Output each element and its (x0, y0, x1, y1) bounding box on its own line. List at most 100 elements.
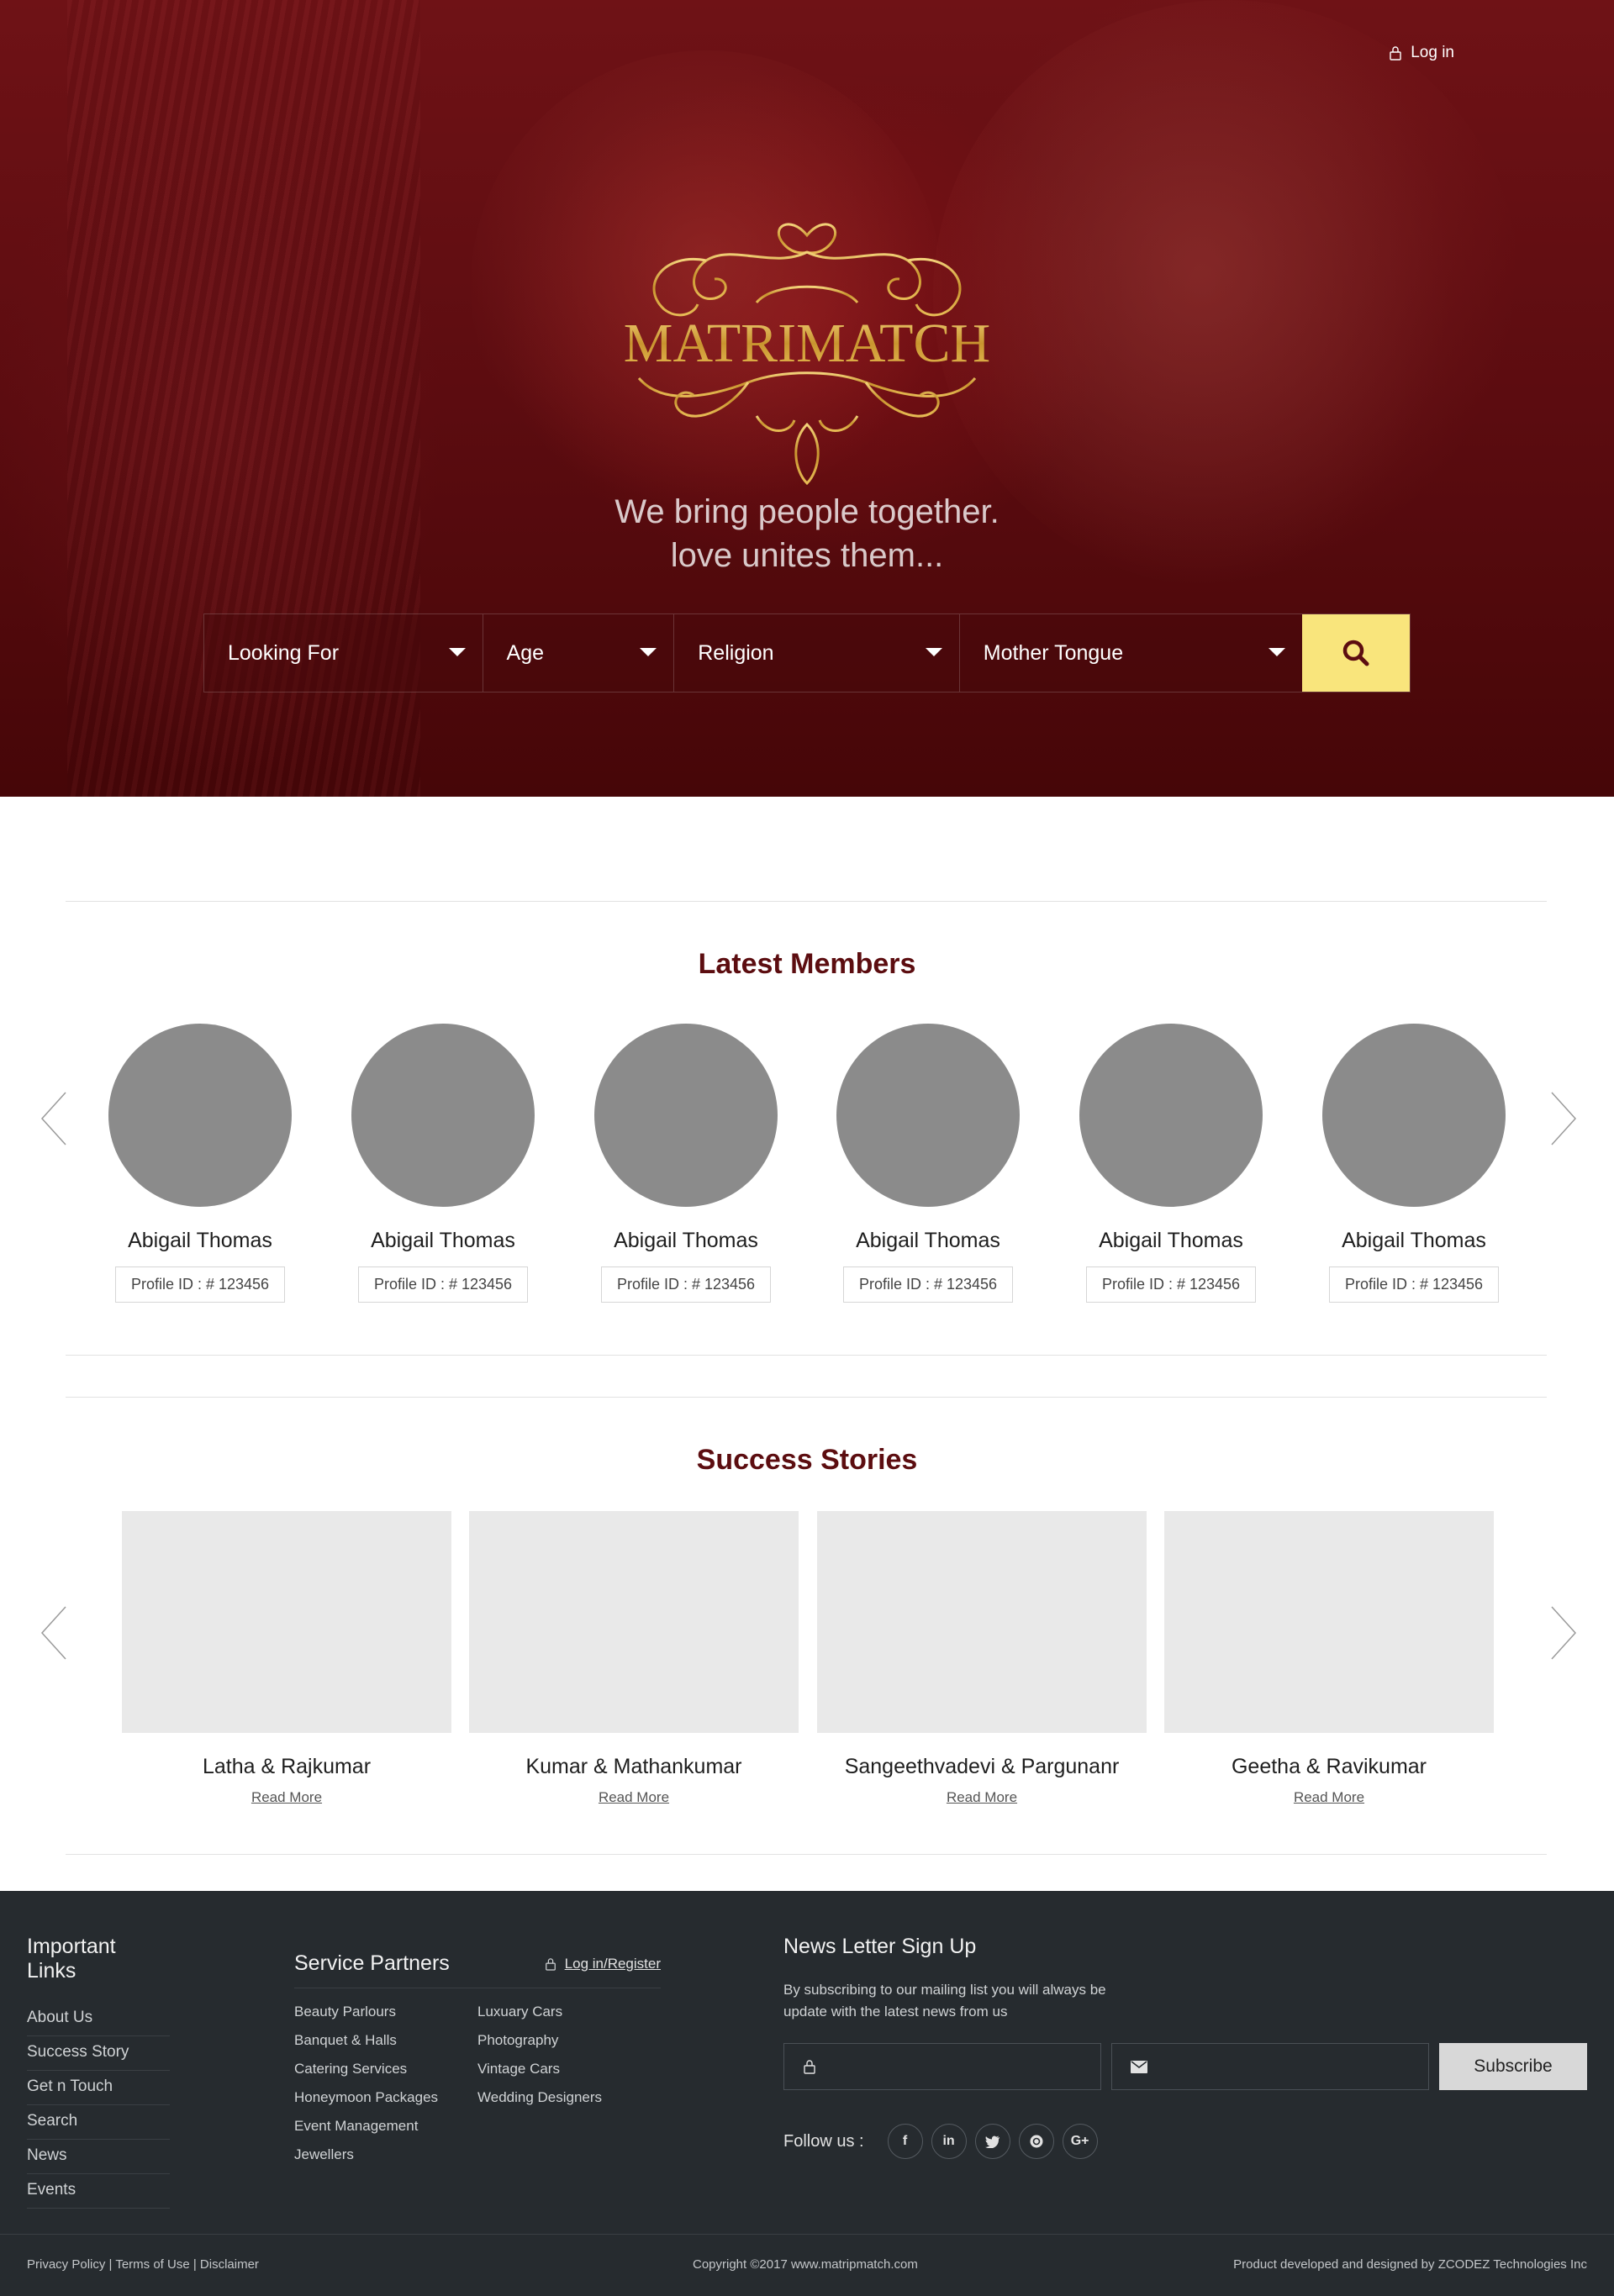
member-card[interactable]: Abigail Thomas Profile ID : # 123456 (1070, 1024, 1272, 1303)
footer-link-news[interactable]: News (27, 2140, 170, 2174)
profile-id-badge: Profile ID : # 123456 (357, 1266, 529, 1303)
member-name: Abigail Thomas (128, 1229, 272, 1252)
twitter-bird-icon (984, 2135, 1000, 2148)
mother-tongue-label: Mother Tongue (983, 640, 1124, 665)
looking-for-label: Looking For (228, 640, 340, 665)
login-label: Log in (1411, 44, 1454, 61)
service-partners-col-1: Beauty Parlours Banquet & Halls Catering… (294, 2004, 477, 2175)
avatar (351, 1024, 535, 1207)
read-more-link[interactable]: Read More (599, 1789, 669, 1806)
section-divider (66, 1854, 1547, 1855)
linkedin-icon[interactable]: in (931, 2124, 967, 2159)
important-links-heading: Important Links (27, 1935, 116, 1983)
twitter-icon[interactable] (974, 2124, 1010, 2159)
profile-id-badge: Profile ID : # 123456 (600, 1266, 772, 1303)
partner-link[interactable]: Luxuary Cars (477, 2004, 661, 2020)
newsletter-heading: News Letter Sign Up (783, 1935, 977, 1958)
member-name: Abigail Thomas (614, 1229, 758, 1252)
caret-down-icon (448, 648, 466, 656)
partner-link[interactable]: Beauty Parlours (294, 2004, 477, 2020)
latest-members-title: Latest Members (698, 948, 916, 980)
important-links: Important Links About Us Success Story G… (27, 1935, 170, 2209)
story-image[interactable] (122, 1511, 451, 1733)
avatar (836, 1024, 1020, 1207)
login-register-link[interactable]: Log in/Register (545, 1956, 661, 1972)
age-label: Age (506, 640, 545, 665)
partner-link[interactable]: Wedding Designers (477, 2089, 661, 2106)
user-icon (804, 2060, 815, 2074)
tagline-line-1: We bring people together. (614, 493, 1000, 530)
mother-tongue-select[interactable]: Mother Tongue (960, 614, 1302, 692)
footer-link-get-in-touch[interactable]: Get n Touch (27, 2071, 170, 2105)
service-partners: Service Partners Log in/Register Beauty … (294, 1951, 661, 2175)
search-button[interactable] (1302, 614, 1411, 692)
partner-link[interactable]: Vintage Cars (477, 2061, 661, 2077)
story-image[interactable] (469, 1511, 799, 1733)
footer-link-success-story[interactable]: Success Story (27, 2036, 170, 2071)
success-stories-title: Success Stories (696, 1444, 918, 1476)
newsletter: News Letter Sign Up By subscribing to ou… (783, 1935, 1590, 2159)
members-carousel: Abigail Thomas Profile ID : # 123456 Abi… (0, 1024, 1614, 1309)
service-partners-col-2: Luxuary Cars Photography Vintage Cars We… (477, 2004, 661, 2175)
story-couple-names: Kumar & Mathankumar (525, 1755, 742, 1778)
email-input[interactable] (1111, 2043, 1429, 2090)
matrimatch-logo[interactable]: MATRIMATCH (588, 210, 1026, 487)
member-card[interactable]: Abigail Thomas Profile ID : # 123456 (1313, 1024, 1515, 1303)
age-select[interactable]: Age (483, 614, 675, 692)
religion-select[interactable]: Religion (674, 614, 960, 692)
partner-link[interactable]: Honeymoon Packages (294, 2089, 477, 2106)
login-link[interactable]: Log in (1389, 44, 1454, 62)
footer-link-about-us[interactable]: About Us (27, 2002, 170, 2036)
profile-id-badge: Profile ID : # 123456 (1085, 1266, 1257, 1303)
story-couple-names: Sangeethvadevi & Pargunanr (844, 1755, 1120, 1778)
caret-down-icon (1269, 648, 1286, 656)
story-couple-names: Latha & Rajkumar (202, 1755, 372, 1778)
story-card: Sangeethvadevi & Pargunanr Read More (817, 1511, 1147, 1806)
avatar (1322, 1024, 1506, 1207)
story-image[interactable] (1164, 1511, 1494, 1733)
story-image[interactable] (817, 1511, 1147, 1733)
google-plus-icon[interactable]: G+ (1062, 2124, 1098, 2159)
search-icon (1342, 640, 1369, 666)
envelope-icon (1131, 2060, 1147, 2073)
partner-link[interactable]: Photography (477, 2032, 661, 2049)
service-partners-heading: Service Partners (294, 1951, 450, 1975)
partner-link[interactable]: Jewellers (294, 2146, 477, 2163)
story-couple-names: Geetha & Ravikumar (1231, 1755, 1427, 1778)
instagram-icon[interactable] (1018, 2124, 1054, 2159)
site-footer: Important Links About Us Success Story G… (0, 1891, 1614, 2296)
partner-link[interactable]: Catering Services (294, 2061, 477, 2077)
read-more-link[interactable]: Read More (1294, 1789, 1364, 1806)
member-name: Abigail Thomas (371, 1229, 515, 1252)
hero-tagline: We bring people together. love unites th… (0, 490, 1614, 577)
newsletter-description: By subscribing to our mailing list you w… (783, 1982, 1106, 2020)
footer-link-search[interactable]: Search (27, 2105, 170, 2140)
login-register-label: Log in/Register (564, 1955, 661, 1972)
member-card[interactable]: Abigail Thomas Profile ID : # 123456 (99, 1024, 301, 1303)
member-card[interactable]: Abigail Thomas Profile ID : # 123456 (827, 1024, 1029, 1303)
looking-for-select[interactable]: Looking For (204, 614, 483, 692)
read-more-link[interactable]: Read More (947, 1789, 1017, 1806)
member-name: Abigail Thomas (856, 1229, 1000, 1252)
name-input[interactable] (783, 2043, 1101, 2090)
search-bar: Looking For Age Religion Mother Tongue (203, 613, 1411, 692)
member-card[interactable]: Abigail Thomas Profile ID : # 123456 (342, 1024, 544, 1303)
member-card[interactable]: Abigail Thomas Profile ID : # 123456 (585, 1024, 787, 1303)
lock-icon (1390, 46, 1401, 61)
subscribe-button[interactable]: Subscribe (1439, 2043, 1587, 2090)
member-name: Abigail Thomas (1099, 1229, 1243, 1252)
footer-link-events[interactable]: Events (27, 2174, 170, 2209)
lock-icon (545, 1957, 556, 1971)
facebook-icon[interactable]: f (887, 2124, 923, 2159)
section-divider (66, 1397, 1547, 1398)
instagram-glyph-icon (1030, 2135, 1043, 2148)
avatar (108, 1024, 292, 1207)
legal-links[interactable]: Privacy Policy | Terms of Use | Disclaim… (27, 2257, 259, 2272)
avatar (1079, 1024, 1263, 1207)
partner-link[interactable]: Banquet & Halls (294, 2032, 477, 2049)
hero-banner: Log in MATRIMATCH We bring people togeth… (0, 0, 1614, 797)
story-card: Kumar & Mathankumar Read More (469, 1511, 799, 1806)
credit-text: Product developed and designed by ZCODEZ… (1233, 2257, 1587, 2272)
partner-link[interactable]: Event Management (294, 2118, 477, 2135)
read-more-link[interactable]: Read More (251, 1789, 322, 1806)
